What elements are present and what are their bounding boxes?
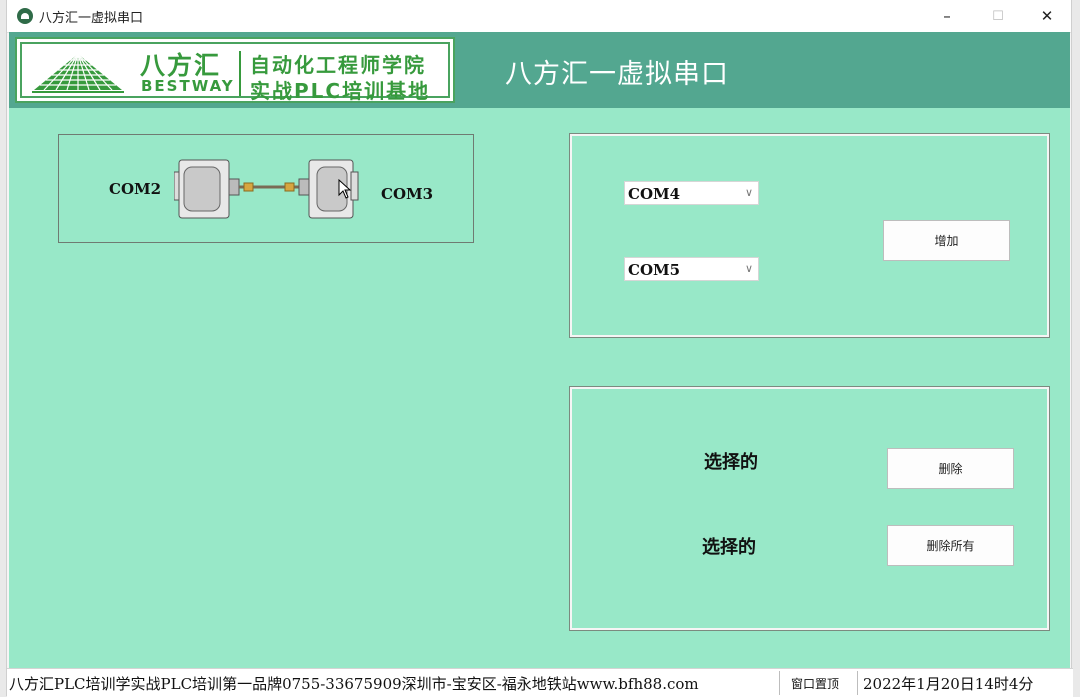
logo-tagline-1: 自动化工程师学院 (250, 53, 426, 77)
right-port-label: COM3 (381, 185, 434, 203)
app-icon (17, 8, 33, 24)
logo-tagline-2: 实战PLC培训基地 (250, 79, 431, 103)
minimize-button[interactable]: – (927, 4, 967, 28)
bestway-logo: 八方汇 BESTWAY 自动化工程师学院 实战PLC培训基地 (15, 37, 455, 103)
logo-frame: 八方汇 BESTWAY 自动化工程师学院 实战PLC培训基地 (20, 42, 450, 103)
port-pair-item[interactable]: COM2 COM3 (58, 134, 474, 243)
status-info-text: 八方汇PLC培训学实战PLC培训第一品牌0755-33675909深圳市-宝安区… (9, 675, 699, 693)
header-banner: 八方汇 BESTWAY 自动化工程师学院 实战PLC培训基地 八方汇一虚拟串口 (9, 32, 1070, 108)
delete-button[interactable]: 删除 (887, 448, 1014, 489)
app-title: 八方汇一虚拟串口 (505, 59, 729, 90)
left-port-label: COM2 (109, 180, 162, 198)
status-bar: 八方汇PLC培训学实战PLC培训第一品牌0755-33675909深圳市-宝安区… (7, 668, 1073, 697)
delete-port-panel: 选择的 删除 选择的 删除所有 (569, 386, 1050, 631)
pyramid-logo-icon (32, 53, 124, 93)
app-window: 八方汇一虚拟串口 – ☐ ✕ 八方汇 BESTWAY 自动化工程师学院 实战PL… (6, 0, 1073, 697)
title-bar: 八方汇一虚拟串口 – ☐ ✕ (7, 0, 1071, 33)
add-port-panel: COM4 ∨ COM5 ∨ 增加 (569, 133, 1050, 338)
add-button[interactable]: 增加 (883, 220, 1010, 261)
selected-pair-label-1: 选择的 (704, 452, 758, 473)
delete-all-button[interactable]: 删除所有 (887, 525, 1014, 566)
logo-brand-en: BESTWAY (141, 77, 235, 95)
port-a-value: COM4 (628, 185, 681, 203)
main-panel: COM2 COM3 COM4 ∨ COM5 ∨ 增加 选择的 删除 选择的 删除… (9, 108, 1070, 668)
mouse-cursor-icon (338, 179, 352, 199)
selected-pair-label-2: 选择的 (702, 537, 756, 558)
pin-window-toggle[interactable]: 窗口置顶 (791, 675, 839, 692)
status-divider (779, 671, 780, 695)
chevron-down-icon: ∨ (744, 186, 753, 199)
maximize-button[interactable]: ☐ (978, 4, 1018, 28)
logo-divider (239, 51, 241, 96)
port-b-select[interactable]: COM5 ∨ (624, 257, 759, 281)
port-b-value: COM5 (628, 261, 681, 279)
status-divider (857, 671, 858, 695)
status-datetime: 2022年1月20日14时4分 (863, 675, 1034, 693)
window-title: 八方汇一虚拟串口 (39, 11, 144, 26)
chevron-down-icon: ∨ (744, 262, 753, 275)
serial-cable-icon (174, 159, 359, 219)
close-button[interactable]: ✕ (1027, 4, 1067, 28)
port-a-select[interactable]: COM4 ∨ (624, 181, 759, 205)
